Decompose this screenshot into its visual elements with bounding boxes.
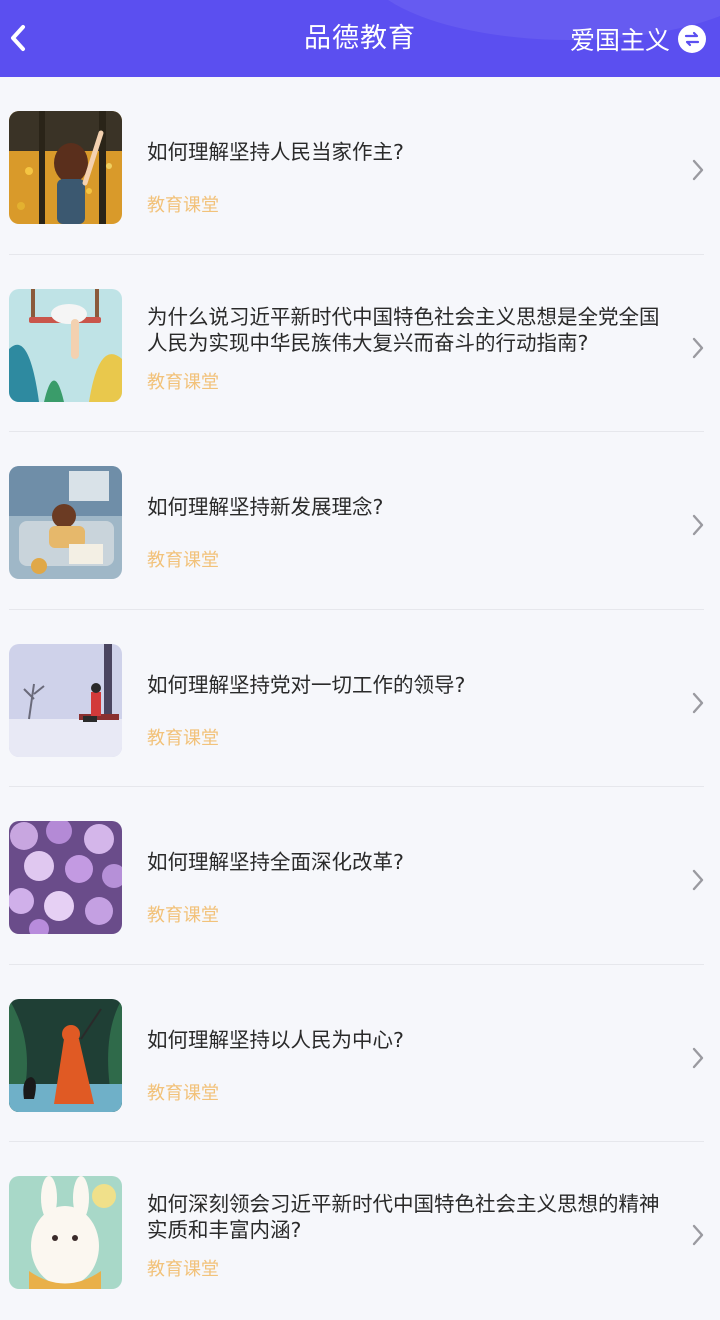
article-tag: 教育课堂 (147, 195, 219, 216)
article-title: 如何理解坚持人民当家作主? (147, 140, 404, 164)
article-title: 如何理解坚持新发展理念? (147, 495, 384, 519)
article-title: 如何理解坚持全面深化改革? (147, 850, 404, 874)
chevron-right-icon (692, 337, 704, 358)
category-switch-button[interactable]: 爱国主义 (570, 0, 706, 77)
article-title: 如何深刻领会习近平新时代中国特色社会主义思想的精神实质和丰富内涵? (147, 1192, 660, 1242)
list-item[interactable]: 如何理解坚持以人民为中心? 教育课堂 (0, 965, 720, 1142)
article-tag: 教育课堂 (147, 1082, 219, 1104)
list-item[interactable]: 为什么说习近平新时代中国特色社会主义思想是全党全国人民为实现中华民族伟大复兴而奋… (0, 255, 720, 432)
list-item[interactable]: 如何深刻领会习近平新时代中国特色社会主义思想的精神实质和丰富内涵? 教育课堂 (0, 1142, 720, 1320)
thumbnail-image (9, 111, 122, 224)
thumbnail-image (9, 821, 122, 934)
article-tag: 教育课堂 (147, 727, 219, 749)
article-tag: 教育课堂 (147, 1259, 219, 1280)
list-item[interactable]: 如何理解坚持新发展理念? 教育课堂 (0, 432, 720, 610)
app-header: 品德教育 爱国主义 (0, 0, 720, 77)
chevron-right-icon (692, 1047, 704, 1068)
chevron-right-icon (692, 159, 704, 181)
article-title: 如何理解坚持以人民为中心? (147, 1027, 404, 1052)
thumbnail-image (9, 643, 122, 757)
article-title: 为什么说习近平新时代中国特色社会主义思想是全党全国人民为实现中华民族伟大复兴而奋… (147, 304, 660, 355)
chevron-right-icon (692, 1224, 704, 1246)
chevron-right-icon (692, 869, 704, 891)
category-label: 爱国主义 (569, 25, 670, 55)
list-item[interactable]: 如何理解坚持人民当家作主? 教育课堂 (0, 77, 720, 255)
thumbnail-image (9, 1176, 122, 1289)
chevron-right-icon (692, 692, 704, 713)
article-title: 如何理解坚持党对一切工作的领导? (147, 672, 466, 697)
thumbnail-image (9, 288, 122, 402)
swap-icon (678, 24, 706, 53)
chevron-right-icon (692, 514, 704, 536)
article-tag: 教育课堂 (147, 905, 219, 926)
list-item[interactable]: 如何理解坚持党对一切工作的领导? 教育课堂 (0, 610, 720, 787)
thumbnail-image (9, 466, 122, 579)
article-list: 如何理解坚持人民当家作主? 教育课堂 为什么说习近平新时代中国特色社会主义思想是… (0, 77, 720, 1320)
list-item[interactable]: 如何理解坚持全面深化改革? 教育课堂 (0, 787, 720, 965)
article-tag: 教育课堂 (147, 371, 219, 393)
article-tag: 教育课堂 (147, 550, 219, 571)
thumbnail-image (9, 998, 122, 1112)
